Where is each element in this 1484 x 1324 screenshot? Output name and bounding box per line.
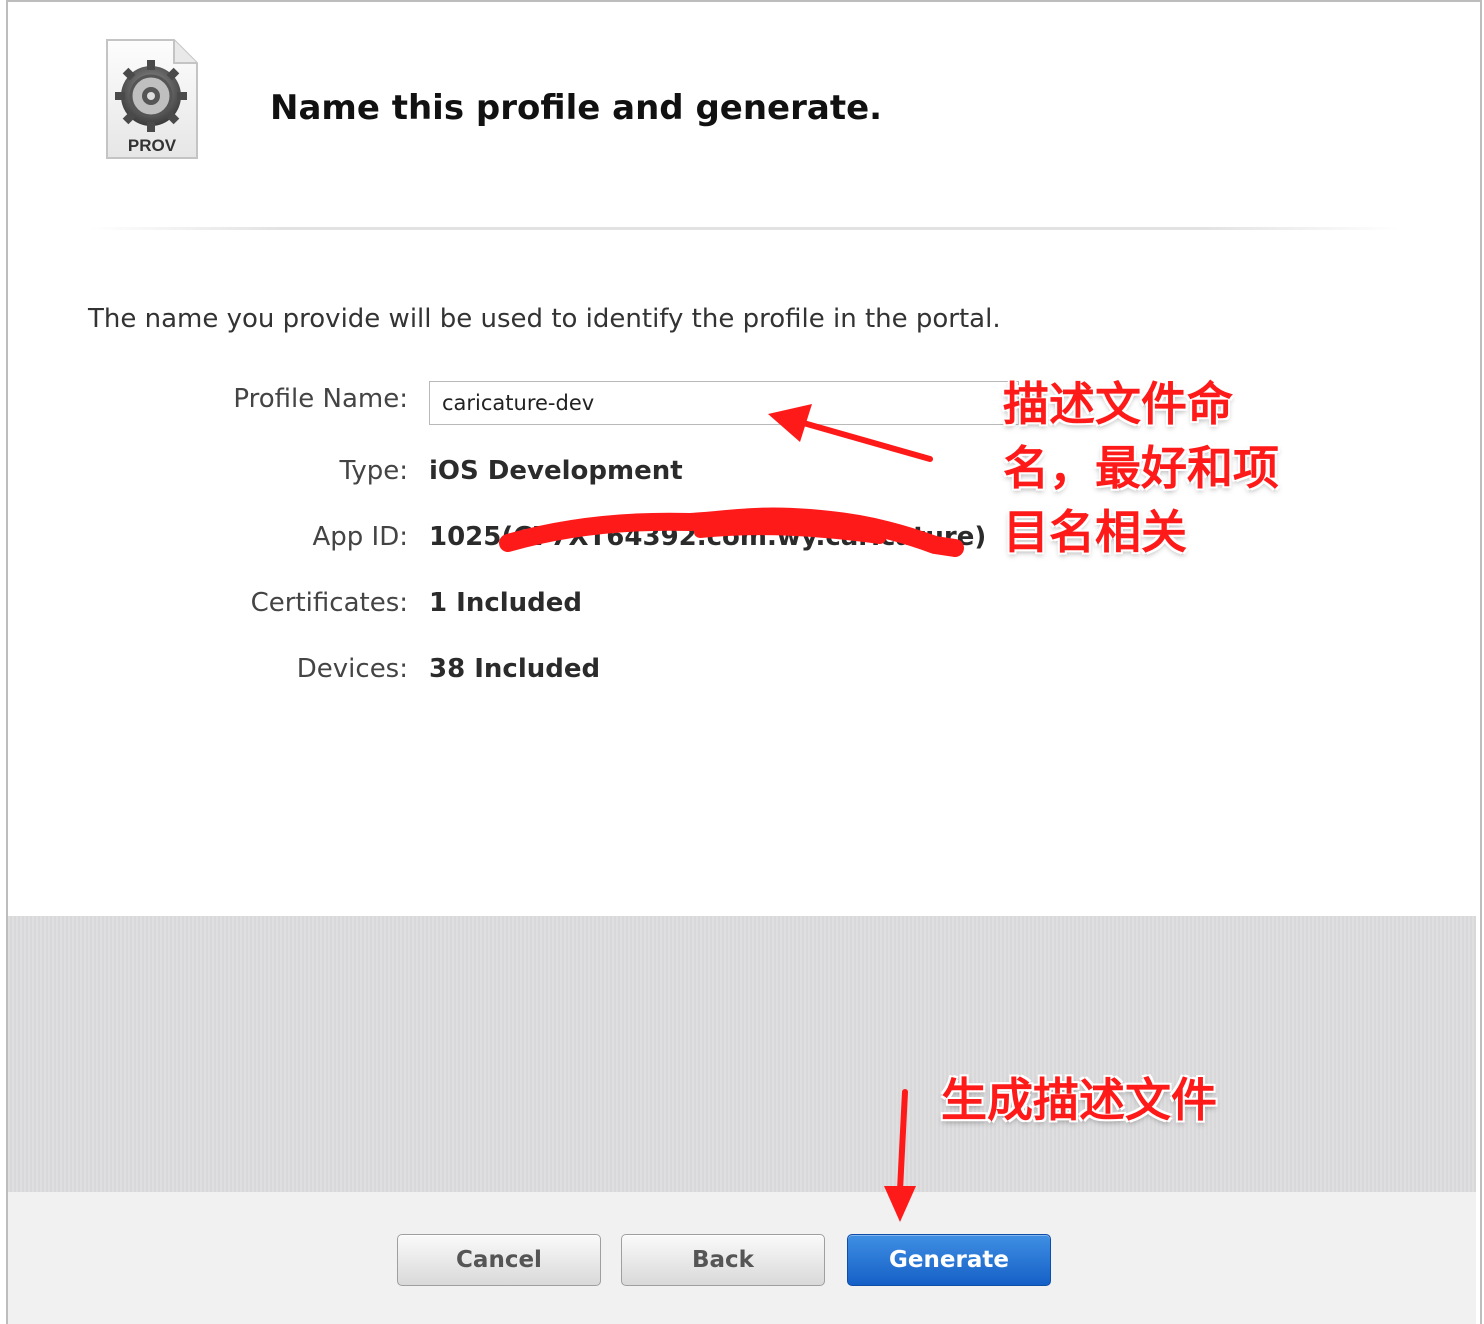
prov-icon-label: PROV	[128, 136, 177, 155]
app-id-label: App ID:	[312, 522, 408, 552]
provisioning-profile-icon: PROV	[106, 39, 198, 159]
app-id-value: 1025(C77XT64392.com.wy.caricature)	[429, 522, 987, 552]
footer-texture-band	[8, 916, 1476, 1192]
intro-text: The name you provide will be used to ide…	[88, 304, 1001, 334]
annotation-name-line3: 目名相关	[1003, 505, 1187, 559]
page-title: Name this profile and generate.	[270, 88, 883, 128]
certificates-label: Certificates:	[250, 588, 408, 618]
back-button[interactable]: Back	[621, 1234, 825, 1286]
certificates-value: 1 Included	[429, 588, 583, 618]
devices-value: 38 Included	[429, 654, 601, 684]
annotation-generate: 生成描述文件	[941, 1073, 1217, 1127]
type-value: iOS Development	[429, 456, 683, 486]
annotation-name-line2: 名，最好和项	[1003, 441, 1279, 495]
generate-button[interactable]: Generate	[847, 1234, 1051, 1286]
cancel-button[interactable]: Cancel	[397, 1234, 601, 1286]
profile-name-input[interactable]	[429, 381, 1019, 425]
devices-label: Devices:	[296, 654, 408, 684]
type-label: Type:	[339, 456, 408, 486]
annotation-name-line1: 描述文件命	[1003, 377, 1233, 431]
profile-name-label: Profile Name:	[233, 384, 408, 414]
header-divider	[88, 227, 1400, 230]
